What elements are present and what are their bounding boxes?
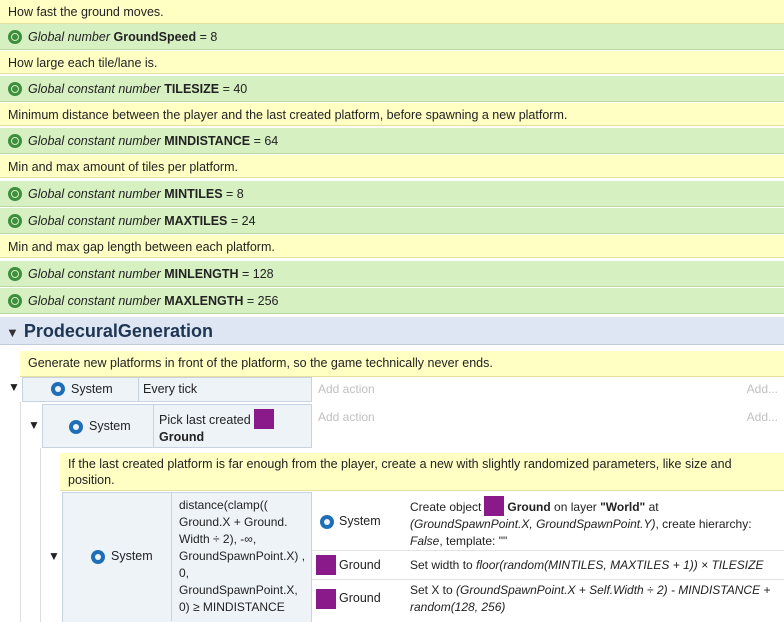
group-header[interactable]: ▼ ProdecuralGeneration bbox=[0, 317, 784, 345]
action-text: Create object Ground on layer "World" at … bbox=[410, 496, 780, 550]
condition-text[interactable]: Every tick bbox=[143, 378, 197, 401]
action-set-x[interactable]: Ground Set X to (GroundSpawnPoint.X + Se… bbox=[312, 580, 784, 618]
globe-icon bbox=[8, 267, 22, 281]
var-maxlength[interactable]: Global constant number MAXLENGTH = 256 bbox=[0, 288, 784, 314]
nesting-guide bbox=[20, 402, 21, 622]
var-tilesize[interactable]: Global constant number TILESIZE = 40 bbox=[0, 76, 784, 102]
action-text: Set width to floor(random(MINTILES, MAXT… bbox=[410, 558, 764, 572]
globe-icon bbox=[8, 30, 22, 44]
action-create-object[interactable]: System Create object Ground on layer "Wor… bbox=[312, 492, 784, 551]
system-gear-icon bbox=[320, 515, 334, 529]
collapse-triangle-icon[interactable]: ▼ bbox=[8, 380, 20, 394]
comment-tilesize[interactable]: How large each tile/lane is. bbox=[0, 51, 784, 74]
globe-icon bbox=[8, 187, 22, 201]
globe-icon bbox=[8, 82, 22, 96]
condition-object[interactable]: System bbox=[23, 378, 139, 401]
nesting-guide bbox=[40, 448, 41, 622]
comment-ground-speed[interactable]: How fast the ground moves. bbox=[0, 0, 784, 24]
system-gear-icon bbox=[69, 420, 83, 434]
ground-sprite-icon bbox=[316, 589, 336, 609]
comment-mindistance[interactable]: Minimum distance between the player and … bbox=[0, 103, 784, 126]
condition-text[interactable]: distance(clamp(( Ground.X + Ground. Widt… bbox=[179, 497, 307, 616]
collapse-triangle-icon[interactable]: ▼ bbox=[48, 549, 60, 563]
add-more-link[interactable]: Add... bbox=[747, 382, 778, 396]
action-set-width[interactable]: Ground Set width to floor(random(MINTILE… bbox=[312, 551, 784, 580]
ground-sprite-icon bbox=[484, 496, 505, 516]
condition-object[interactable]: System bbox=[43, 405, 154, 447]
add-action-link[interactable]: Add action bbox=[318, 382, 375, 396]
add-more-link[interactable]: Add... bbox=[747, 410, 778, 424]
var-minlength[interactable]: Global constant number MINLENGTH = 128 bbox=[0, 261, 784, 287]
collapse-triangle-icon[interactable]: ▼ bbox=[6, 319, 19, 347]
ground-sprite-icon bbox=[253, 409, 274, 429]
condition-text[interactable]: Pick last created Ground bbox=[159, 409, 277, 446]
system-gear-icon bbox=[91, 550, 105, 564]
var-ground-speed[interactable]: Global number GroundSpeed = 8 bbox=[0, 24, 784, 50]
action-text: Set X to (GroundSpawnPoint.X + Self.Widt… bbox=[410, 583, 771, 614]
event-distance-check[interactable]: System distance(clamp(( Ground.X + Groun… bbox=[62, 492, 312, 622]
comment-group[interactable]: Generate new platforms in front of the p… bbox=[20, 351, 784, 377]
actions-list: System Create object Ground on layer "Wor… bbox=[312, 492, 784, 622]
var-mindistance[interactable]: Global constant number MINDISTANCE = 64 bbox=[0, 128, 784, 154]
globe-icon bbox=[8, 134, 22, 148]
comment-far-enough[interactable]: If the last created platform is far enou… bbox=[60, 453, 784, 491]
var-mintiles[interactable]: Global constant number MINTILES = 8 bbox=[0, 181, 784, 207]
comment-tiles[interactable]: Min and max amount of tiles per platform… bbox=[0, 155, 784, 178]
add-action-link[interactable]: Add action bbox=[318, 410, 375, 424]
event-pick-last-created[interactable]: System Pick last created Ground bbox=[42, 404, 312, 448]
var-maxtiles[interactable]: Global constant number MAXTILES = 24 bbox=[0, 208, 784, 234]
system-gear-icon bbox=[51, 382, 65, 396]
globe-icon bbox=[8, 214, 22, 228]
collapse-triangle-icon[interactable]: ▼ bbox=[28, 418, 40, 432]
event-every-tick[interactable]: System Every tick bbox=[22, 377, 312, 402]
condition-object[interactable]: System bbox=[63, 493, 172, 621]
globe-icon bbox=[8, 294, 22, 308]
ground-sprite-icon bbox=[316, 555, 336, 575]
comment-length[interactable]: Min and max gap length between each plat… bbox=[0, 235, 784, 258]
